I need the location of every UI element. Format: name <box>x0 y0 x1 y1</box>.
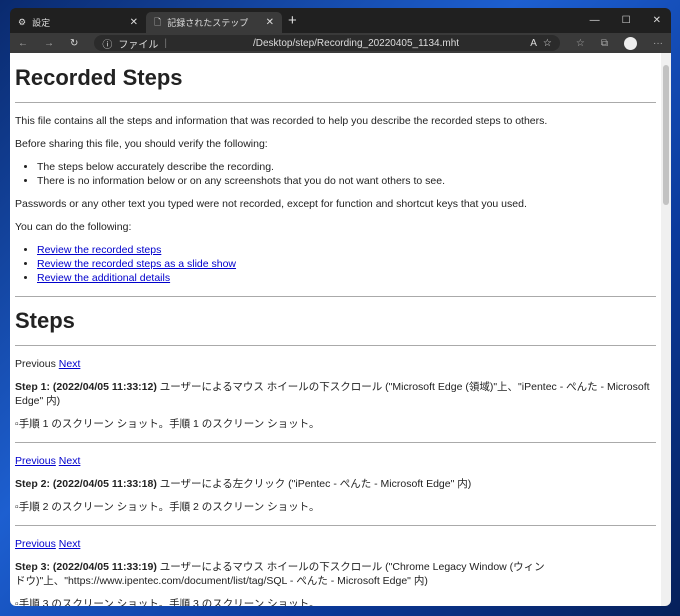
info-icon: ⓘ <box>102 39 113 51</box>
step-1: Step 1: (2022/04/05 11:33:12) ユーザーによるマウス… <box>15 380 656 408</box>
tab-bar: ⚙ 設定 ✕ 🗋 記録されたステップ ✕ + — ☐ ✕ <box>10 8 671 33</box>
intro-text: This file contains all the steps and inf… <box>15 115 548 127</box>
step-3: Step 3: (2022/04/05 11:33:19) ユーザーによるマウス… <box>15 560 555 588</box>
passwords-text: Passwords or any other text you typed we… <box>15 198 527 210</box>
url-text: /Desktop/step/Recording_20220405_1134.mh… <box>253 37 460 49</box>
tab-recorded-steps[interactable]: 🗋 記録されたステップ ✕ <box>146 12 282 33</box>
new-tab-button[interactable]: + <box>288 12 297 29</box>
maximize-button[interactable]: ☐ <box>622 15 631 26</box>
divider <box>15 296 656 297</box>
page-icon: 🗋 <box>154 16 162 27</box>
profile-avatar[interactable] <box>624 36 637 50</box>
can-do-text: You can do the following: <box>15 221 132 233</box>
image-alt: 手順 1 のスクリーン ショット。手順 1 のスクリーン ショット。 <box>18 418 320 430</box>
close-window-button[interactable]: ✕ <box>653 15 661 26</box>
collections-icon[interactable]: ⧉ <box>601 38 608 49</box>
address-prefix: ファイル <box>118 39 159 51</box>
next-link[interactable]: Next <box>59 358 81 370</box>
step-image: ▫手順 3 のスクリーン ショット。手順 3 のスクリーン ショット。 <box>15 597 656 606</box>
divider <box>15 442 656 443</box>
step-image: ▫手順 2 のスクリーン ショット。手順 2 のスクリーン ショット。 <box>15 501 320 513</box>
review-steps-link[interactable]: Review the recorded steps <box>37 244 161 256</box>
page-content: Recorded Steps This file contains all th… <box>10 53 661 606</box>
favorite-add-icon[interactable]: ☆ <box>543 38 552 49</box>
browser-window: ⚙ 設定 ✕ 🗋 記録されたステップ ✕ + — ☐ ✕ ← → ↻ ⓘ ファイル |/Deskto… <box>10 8 671 606</box>
slide-show-link[interactable]: Review the recorded steps as a slide sho… <box>37 258 236 270</box>
step-heading: Step 1: (2022/04/05 11:33:12) <box>15 381 157 393</box>
address-bar[interactable]: ⓘ ファイル |/Desktop/step/Recording_20220405_1… <box>94 35 560 51</box>
step-2: Step 2: (2022/04/05 11:33:18) ユーザーによる左クリ… <box>15 477 656 491</box>
scrollbar-thumb[interactable] <box>663 65 669 205</box>
tab-label: 設定 <box>32 18 51 28</box>
step-heading: Step 3: (2022/04/05 11:33:19) <box>15 561 157 573</box>
more-icon[interactable]: ··· <box>653 38 663 49</box>
list-item: There is no information below or on any … <box>37 174 656 188</box>
previous-link[interactable]: Previous <box>15 455 56 467</box>
image-alt: 手順 2 のスクリーン ショット。手順 2 のスクリーン ショット。 <box>18 501 320 513</box>
step-text: ユーザーによる左クリック ("iPentec - ぺんた - Microsoft… <box>156 478 472 490</box>
step-heading: Step 2: (2022/04/05 11:33:18) <box>15 478 157 490</box>
divider <box>15 102 656 103</box>
page-title: Recorded Steps <box>15 65 183 90</box>
next-link[interactable]: Next <box>59 538 81 550</box>
list-item: The steps below accurately describe the … <box>37 160 656 174</box>
divider <box>15 345 656 346</box>
minimize-button[interactable]: — <box>590 15 600 26</box>
divider <box>15 525 656 526</box>
back-button[interactable]: ← <box>18 38 28 49</box>
tab-settings[interactable]: ⚙ 設定 ✕ <box>10 12 146 33</box>
refresh-button[interactable]: ↻ <box>70 38 78 49</box>
favorites-icon[interactable]: ☆ <box>576 38 585 49</box>
scrollbar[interactable] <box>661 53 671 606</box>
read-aloud-icon[interactable]: A <box>530 38 537 49</box>
steps-title: Steps <box>15 308 75 333</box>
verify-text: Before sharing this file, you should ver… <box>15 138 268 150</box>
previous-link[interactable]: Previous <box>15 538 56 550</box>
gear-icon: ⚙ <box>18 17 27 27</box>
next-link[interactable]: Next <box>59 455 81 467</box>
forward-button[interactable]: → <box>44 38 54 49</box>
image-alt: 手順 3 のスクリーン ショット。手順 3 のスクリーン ショット。 <box>18 598 320 606</box>
previous-text: Previous <box>15 358 56 370</box>
step-image: ▫手順 1 のスクリーン ショット。手順 1 のスクリーン ショット。 <box>15 418 320 430</box>
additional-details-link[interactable]: Review the additional details <box>37 272 170 284</box>
close-tab-icon[interactable]: ✕ <box>130 17 138 28</box>
address-toolbar: ← → ↻ ⓘ ファイル |/Desktop/step/Recording_202204… <box>10 33 671 53</box>
tab-label: 記録されたステップ <box>167 18 249 28</box>
close-tab-icon[interactable]: ✕ <box>266 17 274 28</box>
